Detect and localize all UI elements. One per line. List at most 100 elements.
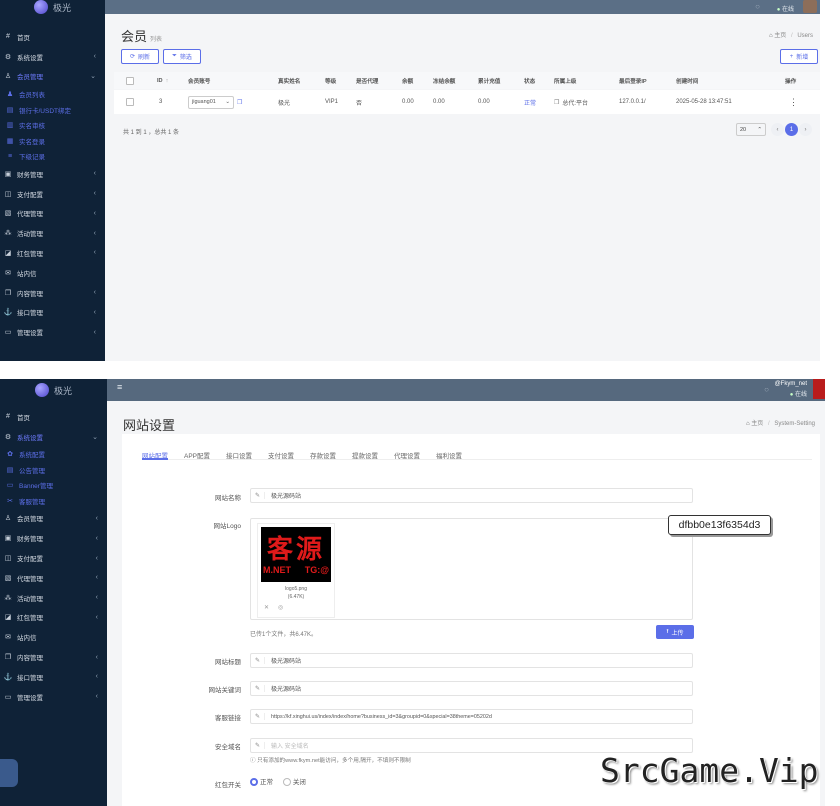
settings-tab[interactable]: APP配置 (184, 434, 210, 460)
logo-upload-area[interactable]: 客源 M.NET TG:@ logo5.png (6.47K) ✕ ◎ (250, 518, 693, 620)
sidebar-item[interactable]: ❐ 内容管理 ‹ (0, 647, 107, 667)
sidebar-item[interactable]: ♙ 会员管理 ‹ (0, 509, 107, 529)
menu-toggle-icon[interactable]: ≡ (117, 382, 122, 392)
avatar[interactable] (803, 0, 817, 13)
prev-page-button[interactable]: ‹ (771, 123, 784, 136)
home-icon[interactable]: ⌂ (769, 33, 773, 39)
refresh-button[interactable]: ⟳ 刷新 (121, 49, 159, 64)
cell-parent[interactable]: ❐ 总代:平台 (554, 90, 588, 114)
sidebar-item[interactable]: ▭ 管理设置 ‹ (0, 687, 107, 707)
chevron-left-icon: ‹ (95, 693, 98, 701)
sidebar-item[interactable]: ❐ 内容管理 ‹ (0, 283, 105, 303)
safe-domain-label: 安全域名 (215, 744, 241, 751)
sidebar-item-label: 会员管理 (17, 516, 43, 524)
sidebar-item[interactable]: ◪ 红包管理 ‹ (0, 608, 107, 628)
user-name[interactable]: @Fkym_net (775, 381, 807, 387)
breadcrumb: ⌂ 主页 / Users (769, 30, 813, 39)
brand-logo[interactable]: 极光 (0, 0, 105, 14)
brand-logo[interactable]: 极光 (0, 379, 107, 401)
settings-tab[interactable]: 网站配置 (142, 434, 168, 460)
page-size-select[interactable]: 20 ⌃ (736, 123, 766, 136)
sidebar-item[interactable]: ▧ 代理管理 ‹ (0, 568, 107, 588)
sidebar-item[interactable]: ≡ 下级记录 (0, 148, 105, 164)
menu-icon: ▧ (4, 210, 12, 218)
sidebar-item[interactable]: # 首页 (0, 407, 107, 427)
sidebar-item[interactable]: ⁂ 活动管理 ‹ (0, 223, 105, 243)
cell-account[interactable]: jiguang01 ⌄ ❐ (188, 90, 242, 114)
top-bar: ≡ ○ @Fkym_net ● 在线 (107, 379, 825, 401)
site-keywords-field[interactable]: ✎ 极光源码站 (250, 681, 693, 696)
settings-tab[interactable]: 提款设置 (352, 434, 378, 460)
sidebar-item[interactable]: ✉ 站内信 (0, 263, 105, 283)
sidebar-item[interactable]: ◫ 支付配置 ‹ (0, 184, 105, 204)
table-row[interactable]: 3 jiguang01 ⌄ ❐ 极光 VIP1 否 0.00 0.00 0.00 … (114, 90, 820, 114)
table-footer: 共 1 到 1 ，总共 1 条 (123, 130, 180, 136)
copy-icon[interactable]: ❐ (554, 99, 559, 106)
sidebar-item[interactable]: ▭ Banner管理 (0, 478, 107, 494)
sidebar-item[interactable]: ⚙ 系统设置 ⌄ (0, 427, 107, 447)
breadcrumb-home[interactable]: 主页 (774, 33, 786, 39)
settings-tab[interactable]: 接口设置 (226, 434, 252, 460)
search-icon[interactable]: ○ (764, 385, 769, 394)
parent-value: 总代:平台 (562, 100, 589, 107)
redpack-on-radio[interactable]: 正常 (250, 778, 273, 787)
sidebar-item[interactable]: ⚙ 系统设置 ‹ (0, 47, 105, 67)
cell-status[interactable]: 正常 (524, 90, 536, 114)
sidebar-item[interactable]: ◫ 支付配置 ‹ (0, 548, 107, 568)
sidebar-item-label: 实名审核 (19, 123, 45, 131)
redpack-off-radio[interactable]: 关闭 (282, 778, 306, 787)
avatar[interactable] (813, 379, 825, 399)
site-name-field[interactable]: ✎ 极光源码站 (250, 488, 693, 503)
sort-icon[interactable]: ↑ (166, 78, 169, 84)
sidebar-item[interactable]: ✂ 客服管理 (0, 493, 107, 509)
settings-tab[interactable]: 存款设置 (310, 434, 336, 460)
select-all-checkbox[interactable] (126, 72, 134, 89)
sidebar-item[interactable]: ⁂ 活动管理 ‹ (0, 588, 107, 608)
breadcrumb-home[interactable]: 主页 (751, 421, 763, 427)
sidebar-item[interactable]: ◪ 红包管理 ‹ (0, 243, 105, 263)
service-link-field[interactable]: ✎ https://kf.xinghui.us/index/index/home?… (250, 709, 693, 724)
sidebar-item[interactable]: ♟ 会员列表 (0, 86, 105, 102)
search-icon[interactable]: ○ (755, 2, 760, 11)
sidebar-item[interactable]: ▣ 财务管理 ‹ (0, 528, 107, 548)
col-ip: 最后登录IP (619, 78, 647, 85)
next-page-button[interactable]: › (799, 123, 812, 136)
account-select[interactable]: jiguang01 ⌄ (188, 95, 234, 109)
sidebar-item[interactable]: ▤ 银行卡/USDT绑定 (0, 102, 105, 118)
add-button[interactable]: + 新增 (780, 49, 818, 64)
sidebar-item[interactable]: ▭ 管理设置 ‹ (0, 322, 105, 342)
sidebar-item[interactable]: ✉ 站内信 (0, 627, 107, 647)
menu-icon: ▦ (6, 137, 14, 145)
sidebar-item[interactable]: ♙ 会员管理 ⌄ (0, 67, 105, 87)
remove-icon[interactable]: ✕ (264, 604, 269, 611)
chevron-down-icon: ⌄ (90, 73, 96, 81)
view-icon[interactable]: ◎ (278, 604, 283, 611)
sidebar-item[interactable]: ▦ 实名登录 (0, 133, 105, 149)
sidebar-item[interactable]: ✿ 系统配置 (0, 447, 107, 463)
row-checkbox[interactable] (126, 90, 134, 114)
sidebar-item[interactable]: ▣ 财务管理 ‹ (0, 164, 105, 184)
logo-thumbnail[interactable]: 客源 M.NET TG:@ (261, 527, 331, 582)
sidebar-item[interactable]: ▧ 代理管理 ‹ (0, 203, 105, 223)
page-1-button[interactable]: 1 (785, 123, 798, 136)
chevron-left-icon: ‹ (95, 594, 98, 602)
settings-tab[interactable]: 福利设置 (436, 434, 462, 460)
sidebar-item[interactable]: ⚓ 接口管理 ‹ (0, 667, 107, 687)
settings-tab[interactable]: 支付设置 (268, 434, 294, 460)
copy-icon[interactable]: ❐ (237, 99, 242, 106)
sidebar-item[interactable]: ⚓ 接口管理 ‹ (0, 302, 105, 322)
upload-button[interactable]: ⭱ 上传 (656, 625, 694, 639)
col-id[interactable]: ID ↑ (157, 72, 168, 89)
more-actions-icon[interactable]: ⋮ (789, 90, 798, 114)
sidebar-item[interactable]: # 首页 (0, 27, 105, 47)
pencil-icon: ✎ (251, 685, 265, 692)
site-title-field[interactable]: ✎ 极光源码站 (250, 653, 693, 668)
sidebar-item[interactable]: ▤ 公告管理 (0, 462, 107, 478)
settings-tab[interactable]: 代理设置 (394, 434, 420, 460)
home-icon[interactable]: ⌂ (746, 421, 750, 427)
menu-icon: ♟ (6, 91, 14, 99)
chat-widget-icon[interactable] (0, 759, 18, 787)
filter-button[interactable]: ⏷ 筛选 (163, 49, 201, 64)
sidebar-item[interactable]: ▥ 实名审核 (0, 117, 105, 133)
chevron-left-icon: ‹ (93, 229, 96, 237)
